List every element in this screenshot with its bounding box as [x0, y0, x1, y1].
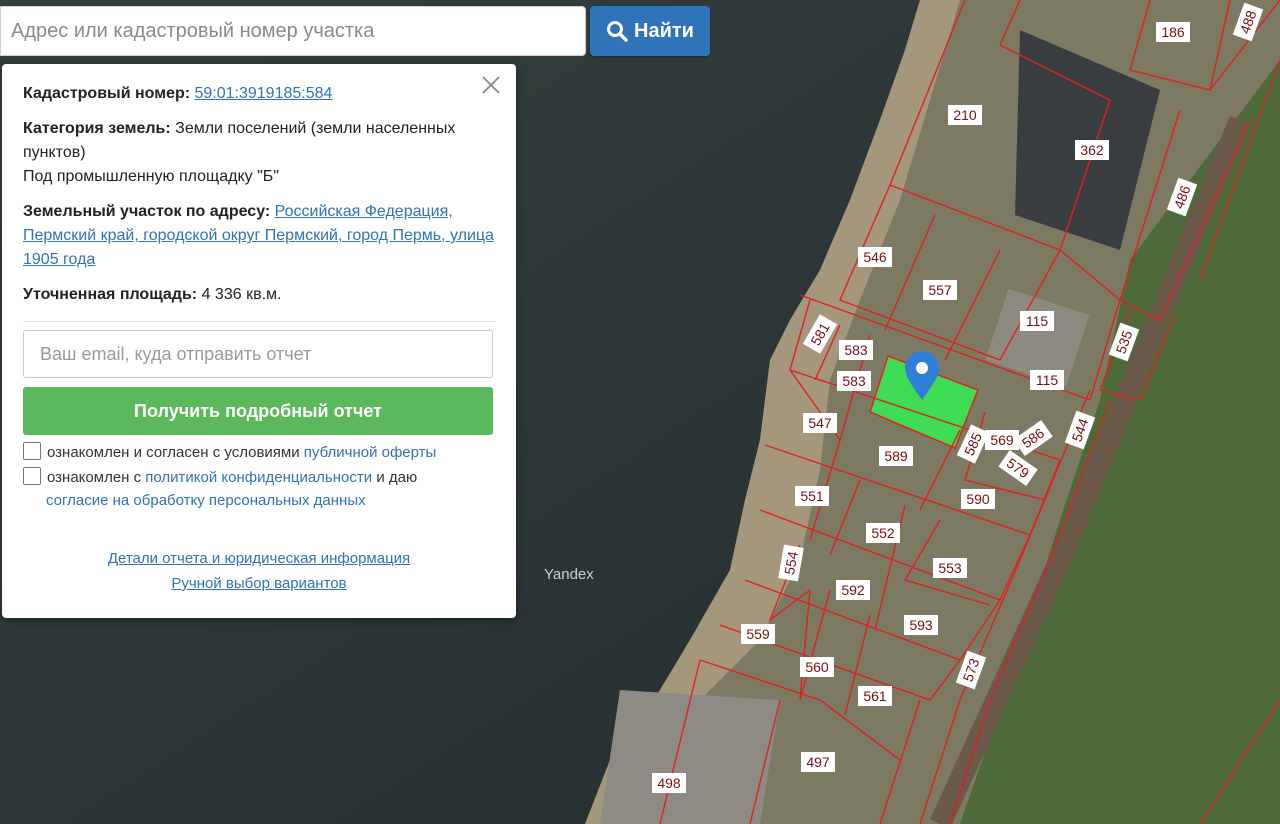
svg-text:557: 557 — [928, 282, 952, 298]
industrial-yard — [600, 690, 780, 824]
parcel-label: 553 — [933, 558, 967, 578]
parcel-label: 546 — [858, 247, 892, 267]
parcel-label: 589 — [879, 446, 913, 466]
svg-text:362: 362 — [1080, 142, 1104, 158]
report-details-link[interactable]: Детали отчета и юридическая информация — [108, 550, 410, 567]
parcel-label: 559 — [741, 624, 775, 644]
search-input[interactable] — [0, 6, 586, 56]
offer-consent-text: ознакомлен и согласен с условиями — [47, 444, 300, 461]
parcel-label: 497 — [801, 752, 835, 772]
parcel-label: 547 — [803, 413, 837, 433]
privacy-policy-link[interactable]: политикой конфиденциальности — [145, 469, 372, 486]
privacy-consent-row: ознакомлен с политикой конфиденциальност… — [23, 466, 495, 512]
parcel-label: 590 — [961, 489, 995, 509]
svg-text:115: 115 — [1026, 313, 1049, 329]
svg-text:115: 115 — [1036, 372, 1059, 388]
svg-text:553: 553 — [938, 560, 962, 576]
address-row: Земельный участок по адресу: Российская … — [23, 200, 495, 272]
svg-text:497: 497 — [806, 754, 830, 770]
manual-selection-link[interactable]: Ручной выбор вариантов — [171, 575, 346, 592]
land-category-row: Категория земель: Земли поселений (земли… — [23, 117, 495, 189]
svg-text:210: 210 — [953, 107, 977, 123]
privacy-consent-text-a: ознакомлен с — [47, 469, 142, 486]
parcel-label: 560 — [800, 657, 834, 677]
parcel-label: 551 — [795, 486, 829, 506]
parcel-label: 583 — [839, 340, 873, 360]
area-label: Уточненная площадь: — [23, 286, 198, 303]
svg-text:546: 546 — [863, 249, 887, 265]
svg-text:561: 561 — [863, 688, 887, 704]
svg-text:559: 559 — [746, 626, 770, 642]
cadastral-number-link[interactable]: 59:01:3919185:584 — [195, 85, 333, 102]
divider — [23, 321, 495, 322]
email-field[interactable] — [23, 330, 493, 378]
parcel-label: 557 — [923, 280, 957, 300]
bottom-links: Детали отчета и юридическая информация Р… — [23, 546, 495, 596]
offer-consent-checkbox[interactable] — [23, 442, 41, 460]
address-label: Земельный участок по адресу: — [23, 203, 271, 220]
area-value: 4 336 кв.м. — [201, 286, 282, 303]
svg-text:589: 589 — [884, 448, 908, 464]
get-report-button[interactable]: Получить подробный отчет — [23, 387, 493, 435]
close-icon[interactable] — [480, 74, 502, 96]
land-category-label: Категория земель: — [23, 120, 171, 137]
cadastral-number-label: Кадастровый номер: — [23, 85, 191, 102]
svg-text:569: 569 — [990, 432, 1014, 448]
svg-text:590: 590 — [966, 491, 990, 507]
parcel-label: 583 — [837, 371, 871, 391]
area-row: Уточненная площадь: 4 336 кв.м. — [23, 283, 495, 307]
svg-text:583: 583 — [844, 342, 868, 358]
parcel-label: 561 — [858, 686, 892, 706]
privacy-consent-checkbox[interactable] — [23, 467, 41, 485]
public-offer-link[interactable]: публичной оферты — [304, 444, 437, 461]
svg-text:186: 186 — [1161, 24, 1185, 40]
parcel-label: 210 — [948, 105, 982, 125]
parcel-label: 115 — [1020, 311, 1054, 331]
cadastral-number-row: Кадастровый номер: 59:01:3919185:584 — [23, 82, 495, 106]
find-button[interactable]: Найти — [590, 6, 710, 56]
svg-text:551: 551 — [800, 488, 824, 504]
svg-text:498: 498 — [657, 775, 681, 791]
parcel-label: 593 — [904, 615, 938, 635]
parcel-info-panel: Кадастровый номер: 59:01:3919185:584 Кат… — [2, 64, 516, 618]
personal-data-consent-link[interactable]: согласие на обработку персональных данны… — [46, 492, 366, 509]
search-bar — [0, 6, 586, 56]
svg-text:547: 547 — [808, 415, 832, 431]
privacy-consent-text-b: и даю — [376, 469, 418, 486]
svg-text:583: 583 — [842, 373, 866, 389]
svg-text:560: 560 — [805, 659, 829, 675]
parcel-label: 186 — [1156, 22, 1190, 42]
parcel-label: 362 — [1075, 140, 1109, 160]
find-button-label: Найти — [634, 19, 694, 42]
svg-text:552: 552 — [871, 525, 895, 541]
parcel-label: 592 — [836, 580, 870, 600]
parcel-label: 115 — [1030, 370, 1064, 390]
land-purpose: Под промышленную площадку "Б" — [23, 168, 279, 185]
svg-text:592: 592 — [841, 582, 865, 598]
yandex-watermark: Yandex — [544, 566, 594, 583]
parcel-label: 498 — [652, 773, 686, 793]
svg-text:593: 593 — [909, 617, 933, 633]
offer-consent-row: ознакомлен и согласен с условиями публич… — [23, 441, 495, 464]
parcel-label: 552 — [866, 523, 900, 543]
search-icon — [607, 21, 628, 42]
